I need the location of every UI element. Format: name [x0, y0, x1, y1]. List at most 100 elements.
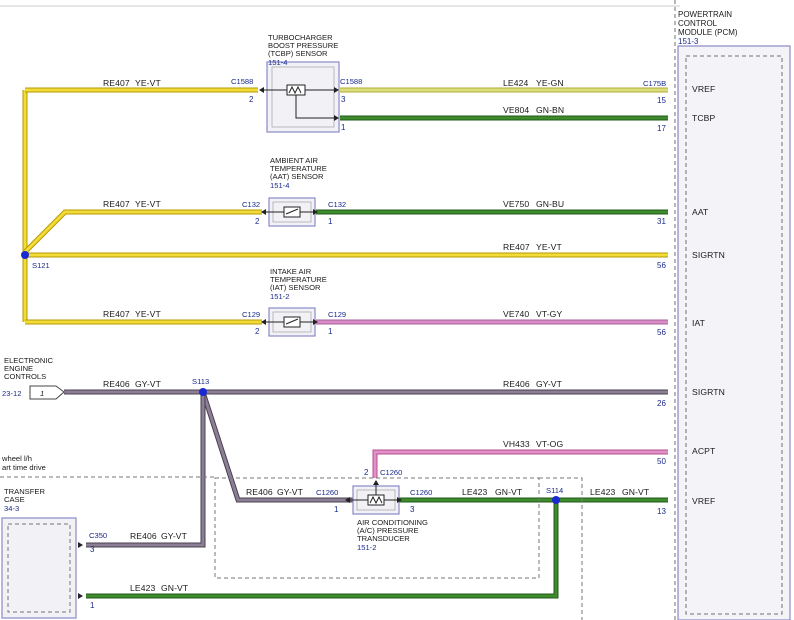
transfer-conn: C350: [89, 531, 107, 540]
acpt-sensor: AIR CONDITIONING (A/C) PRESSURE TRANSDUC…: [316, 468, 432, 552]
w5-color: GN-BU: [536, 199, 564, 209]
pcm-pin-name-tcbp: TCBP: [692, 113, 715, 123]
iat-conn-right: C129: [328, 310, 346, 319]
w6-color: YE-VT: [536, 242, 562, 252]
aat-pin-right: 1: [328, 217, 333, 226]
w16-code: LE423: [130, 583, 155, 593]
pcm-pin-name-sigrtn-2: SIGRTN: [692, 387, 725, 397]
pcm-pin-num-56a: 56: [657, 261, 666, 270]
acpt-conn-top: C1260: [380, 468, 402, 477]
wire-labels: RE407 YE-VT LE424 YE-GN VE804 GN-BN RE40…: [103, 78, 650, 593]
w9-code: RE406: [103, 379, 130, 389]
note-line-2: art time drive: [2, 463, 46, 472]
w8-code: VE740: [503, 309, 529, 319]
acpt-conn-left: C1260: [316, 488, 338, 497]
tcbp-pin-left: 2: [249, 95, 254, 104]
w2-code: LE424: [503, 78, 528, 88]
pcm-pin-name-vref-2: VREF: [692, 496, 715, 506]
tcbp-pin-right-top: 3: [341, 95, 346, 104]
wire-vh433: [373, 450, 668, 478]
pcm-title-1: POWERTRAIN: [678, 10, 732, 19]
aat-sensor: AMBIENT AIR TEMPERATURE (AAT) SENSOR 151…: [242, 156, 346, 227]
tcbp-ref: 151-4: [268, 58, 287, 67]
pcm-pin-name-aat: AAT: [692, 207, 709, 217]
transfer-title-2: CASE: [4, 495, 25, 504]
pcm-outline: [677, 45, 791, 620]
eec-pin: 1: [40, 389, 44, 398]
w11-color: VT-OG: [536, 439, 563, 449]
acpt-title-3: TRANSDUCER: [357, 534, 410, 543]
w13-code: LE423: [462, 487, 487, 497]
w1-code: RE407: [103, 78, 130, 88]
iat-conn-left: C129: [242, 310, 260, 319]
iat-sensor: INTAKE AIR TEMPERATURE (IAT) SENSOR 151-…: [242, 267, 346, 337]
w12-code: RE406: [246, 487, 273, 497]
acpt-ref: 151-2: [357, 543, 376, 552]
splice-s121-label: S121: [32, 261, 50, 270]
tcbp-conn-right: C1588: [340, 77, 362, 86]
iat-pin-left: 2: [255, 327, 260, 336]
w3-color: GN-BN: [536, 105, 564, 115]
aat-ref: 151-4: [270, 181, 289, 190]
pcm-pin-num-31: 31: [657, 217, 666, 226]
wire-re406-transfer: [86, 392, 205, 547]
transfer-pin-bot: 1: [90, 601, 95, 610]
splice-s113-label: S113: [192, 377, 209, 386]
acpt-conn-right: C1260: [410, 488, 432, 497]
w9-color: GY-VT: [135, 379, 162, 389]
wires: [22, 87, 668, 599]
pcm-module: POWERTRAIN CONTROL MODULE (PCM) 151-3 C1…: [643, 0, 791, 620]
pcm-pin-num-56b: 56: [657, 328, 666, 337]
splice-s121-dot: [21, 251, 29, 259]
pcm-pin-name-acpt: ACPT: [692, 446, 716, 456]
tcbp-conn-left: C1588: [231, 77, 253, 86]
wire-re406-acpt: [201, 391, 354, 502]
w10-code: RE406: [503, 379, 530, 389]
iat-title-3: (IAT) SENSOR: [270, 283, 321, 292]
w15-color: GY-VT: [161, 531, 188, 541]
iat-pin-right: 1: [328, 327, 333, 336]
w13-color: GN-VT: [495, 487, 523, 497]
splice-s114-dot: [552, 496, 560, 504]
w1-color: YE-VT: [135, 78, 161, 88]
pcm-pin-name-iat: IAT: [692, 318, 706, 328]
w6-code: RE407: [503, 242, 530, 252]
pcm-connector: C175B: [643, 79, 666, 88]
transfer-ref: 34-3: [4, 504, 19, 513]
w5-code: VE750: [503, 199, 529, 209]
aat-title-3: (AAT) SENSOR: [270, 172, 324, 181]
eec-title-3: CONTROLS: [4, 372, 46, 381]
pcm-pin-num-50: 50: [657, 457, 666, 466]
w8-color: VT-GY: [536, 309, 562, 319]
wiring-diagram: POWERTRAIN CONTROL MODULE (PCM) 151-3 C1…: [0, 0, 791, 620]
w4-code: RE407: [103, 199, 130, 209]
aat-conn-right: C132: [328, 200, 346, 209]
pcm-pin-num-13: 13: [657, 507, 666, 516]
pcm-pin-name-vref-1: VREF: [692, 84, 715, 94]
aat-pin-left: 2: [255, 217, 260, 226]
pcm-title-3: MODULE (PCM): [678, 28, 738, 37]
tcbp-title-3: (TCBP) SENSOR: [268, 49, 328, 58]
w12-color: GY-VT: [277, 487, 304, 497]
eec-connector: 1 ELECTRONIC ENGINE CONTROLS 23-12: [2, 356, 65, 400]
wire-le423-transfer: [86, 500, 558, 598]
w4-color: YE-VT: [135, 199, 161, 209]
acpt-pin-left: 1: [334, 505, 339, 514]
w7-color: YE-VT: [135, 309, 161, 319]
acpt-pin-top: 2: [364, 468, 369, 477]
w7-code: RE407: [103, 309, 130, 319]
pcm-pin-num-17: 17: [657, 124, 666, 133]
splice-s114-label: S114: [546, 486, 563, 495]
eec-ref: 23-12: [2, 389, 21, 398]
wire-re407-aat: [23, 210, 262, 254]
w10-color: GY-VT: [536, 379, 563, 389]
w14-color: GN-VT: [622, 487, 650, 497]
pcm-title-2: CONTROL: [678, 19, 718, 28]
note-line-1: wheel l/h: [1, 454, 32, 463]
transfer-pin-top: 3: [90, 545, 95, 554]
w15-code: RE406: [130, 531, 157, 541]
pcm-pin-num-26: 26: [657, 399, 666, 408]
splice-s113-dot: [199, 388, 207, 396]
pcm-ref: 151-3: [678, 37, 699, 46]
w3-code: VE804: [503, 105, 529, 115]
